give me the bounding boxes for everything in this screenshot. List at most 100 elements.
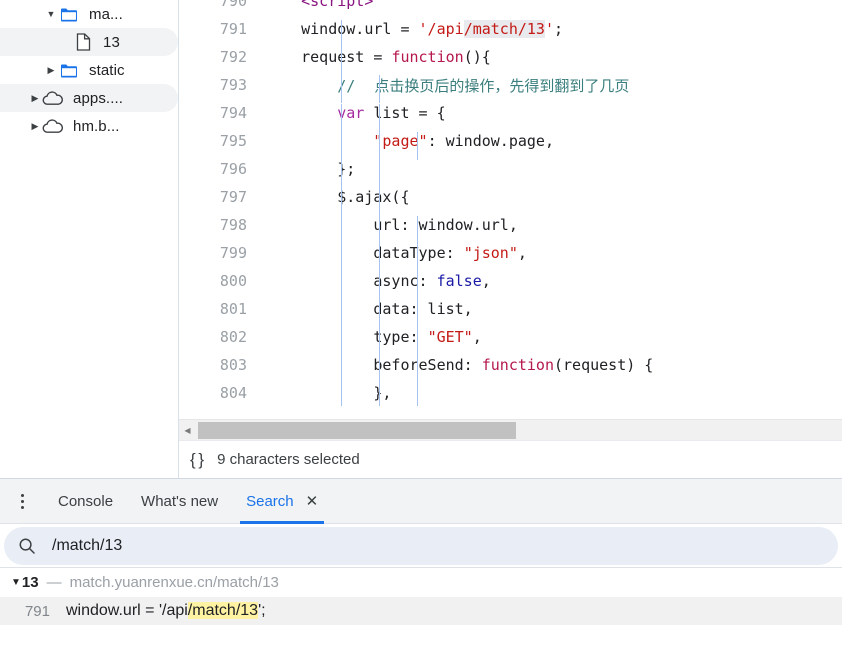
code-line[interactable]: 803 beforeSend: function(request) { [179,351,842,384]
folder-icon [58,7,80,22]
tree-item-label: ma... [89,5,123,23]
search-result-row[interactable]: 791 window.url = '/api/match/13'; [0,597,842,625]
source-editor[interactable]: 790 <script> 791 window.url = '/api/match… [179,0,842,478]
navigator-sidebar[interactable]: ▼ ma... 13 ▶ static ▶ apps.... ▶ hm.b... [0,0,179,478]
code-line-text: async: false, [255,272,491,300]
code-line[interactable]: 790 <script> [179,0,842,15]
search-results-list[interactable]: ▼ 13 — match.yuanrenxue.cn/match/13 791 … [0,568,842,659]
code-line[interactable]: 801 data: list, [179,295,842,328]
code-line[interactable]: 800 async: false, [179,267,842,300]
chevron-right-icon[interactable]: ▶ [28,121,42,131]
search-input-value: /match/13 [52,536,123,554]
code-token: = [391,20,419,38]
code-token: type: [265,328,428,346]
line-number: 796 [219,160,247,178]
tree-item-file-13[interactable]: 13 [0,28,178,56]
code-line[interactable]: 798 url: window.url, [179,211,842,244]
code-token: dataType: [265,244,464,262]
code-line-text: "page": window.page, [255,132,554,160]
drawer-tab-bar: Console What's new Search ✕ [0,479,842,524]
separator-dash: — [46,574,62,591]
chevron-right-icon[interactable]: ▶ [28,93,42,103]
more-options-icon[interactable] [0,479,44,523]
tab-whats-new[interactable]: What's new [127,479,232,523]
code-line[interactable]: 792 request = function(){ [179,43,842,76]
chevron-right-icon[interactable]: ▶ [44,65,58,75]
line-number: 804 [219,384,247,402]
code-token: , [472,328,482,346]
search-result-group-url: match.yuanrenxue.cn/match/13 [69,574,279,591]
tree-item-folder-ma[interactable]: ▼ ma... [0,0,178,28]
code-line-text: window.url = '/api/match/13'; [255,20,563,48]
indent-guide [417,384,418,406]
close-icon[interactable]: ✕ [306,494,319,509]
code-line-text: data: list, [255,300,473,328]
code-line[interactable]: 797 $.ajax({ [179,183,842,216]
chevron-down-icon[interactable]: ▼ [44,9,58,19]
code-line[interactable]: 796 }; [179,155,842,188]
result-suffix: '; [258,602,266,619]
scrollbar-track[interactable] [196,420,842,441]
code-token: "GET" [427,328,473,346]
tab-console[interactable]: Console [44,479,127,523]
scroll-left-arrow-icon[interactable]: ◀ [179,420,196,441]
code-token: : window.page, [427,132,554,150]
search-result-text: window.url = '/api/match/13'; [66,602,266,620]
code-token: function [391,48,464,66]
indent-guide [379,384,380,406]
editor-area: ▼ ma... 13 ▶ static ▶ apps.... ▶ hm.b...… [0,0,842,478]
tree-item-domain-apps[interactable]: ▶ apps.... [0,84,178,112]
code-line-text: type: "GET", [255,328,482,356]
tab-search[interactable]: Search ✕ [232,479,332,524]
code-line[interactable]: 804 }, [179,379,842,406]
tree-item-domain-hm[interactable]: ▶ hm.b... [0,112,178,140]
tab-label: Console [58,492,114,510]
code-line-text: <script> [255,0,373,10]
curly-braces-icon[interactable]: { } [190,450,204,470]
code-line[interactable]: 799 dataType: "json", [179,239,842,272]
code-token: beforeSend: [265,356,482,374]
tab-label: What's new [141,492,219,510]
tree-item-folder-static[interactable]: ▶ static [0,56,178,84]
devtools-drawer: Console What's new Search ✕ /match/13 ▼ … [0,478,842,659]
line-number: 792 [219,48,247,66]
code-line[interactable]: 795 "page": window.page, [179,127,842,160]
scrollbar-thumb[interactable] [198,421,516,439]
code-token: (){ [463,48,491,66]
code-token: list = { [364,104,446,122]
tree-item-label: static [89,61,125,79]
line-number: 791 [219,20,247,38]
code-token: "page" [373,132,428,150]
code-token: /match/13 [463,20,545,38]
folder-icon [58,63,80,78]
code-token: "json" [463,244,518,262]
line-number: 800 [219,272,247,290]
line-number: 798 [219,216,247,234]
line-number: 790 [219,0,247,10]
code-line[interactable]: 793 // 点击换页后的操作，先得到翻到了几页 [179,71,842,103]
code-line[interactable]: 802 type: "GET", [179,323,842,356]
line-number: 801 [219,300,247,318]
search-result-group[interactable]: ▼ 13 — match.yuanrenxue.cn/match/13 [0,568,842,597]
horizontal-scrollbar[interactable]: ◀ [179,419,842,440]
code-token: }, [265,384,392,402]
search-input[interactable]: /match/13 [4,526,838,565]
result-match-highlight: /match/13 [187,602,259,619]
code-line[interactable]: 794 var list = { [179,99,842,132]
code-token: $.ajax({ [265,188,410,206]
search-result-group-name: 13 [21,574,39,591]
code-lines-container[interactable]: 790 <script> 791 window.url = '/api/match… [179,0,842,406]
search-icon [18,537,38,555]
code-token: // [337,76,356,95]
code-line[interactable]: 791 window.url = '/api/match/13'; [179,15,842,48]
tab-label: Search [246,492,294,510]
indent-guide [341,384,342,406]
chevron-down-icon[interactable]: ▼ [11,577,21,588]
line-number: 802 [219,328,247,346]
code-token: false [436,272,482,290]
code-token: , [481,272,491,290]
result-prefix: window.url = '/api [66,602,188,619]
